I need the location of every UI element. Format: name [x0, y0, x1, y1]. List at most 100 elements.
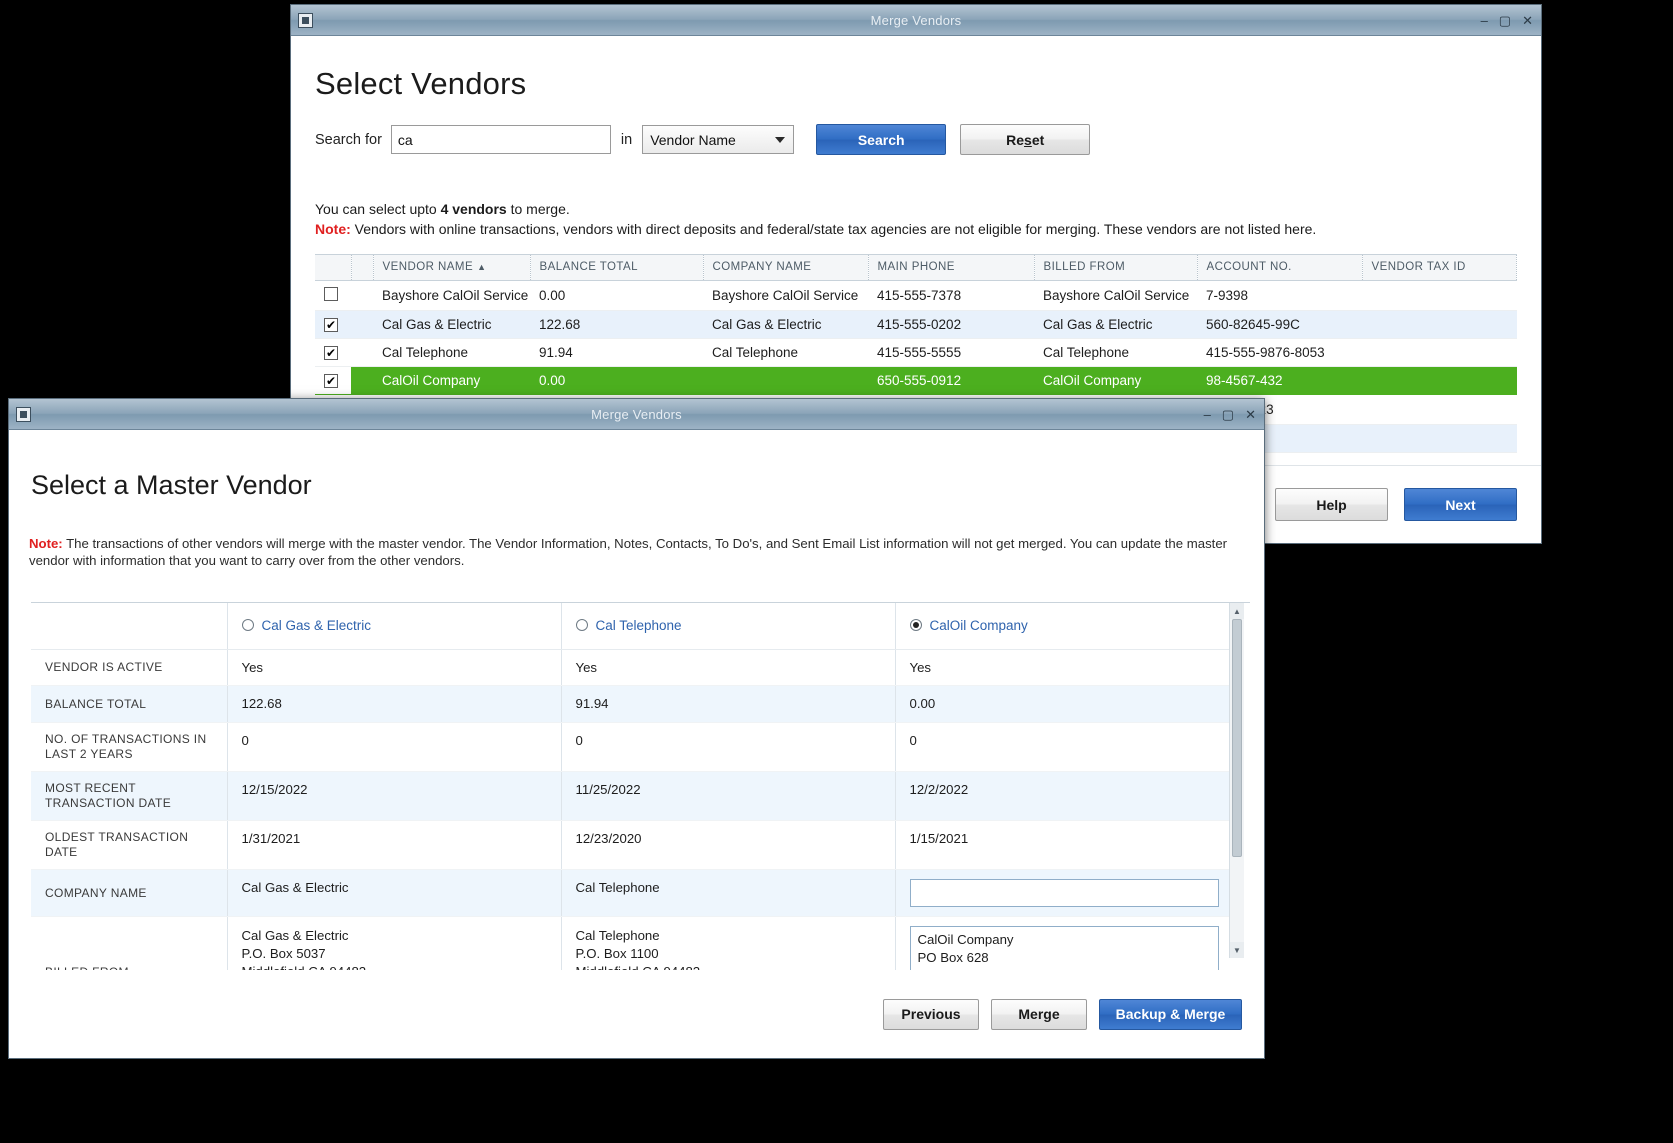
master-vendor-titlebar[interactable]: Merge Vendors – ▢ ✕ — [9, 399, 1264, 430]
row-checkbox[interactable]: ✔ — [324, 374, 338, 389]
scroll-down-icon[interactable]: ▼ — [1230, 942, 1244, 958]
master-radio-col-2[interactable]: CalOil Company — [894, 603, 1229, 650]
sort-ascending-icon: ▲ — [477, 262, 487, 273]
limit-post: to merge. — [506, 201, 570, 217]
header-account-no[interactable]: ACCOUNT NO. — [1197, 254, 1363, 282]
row-checkbox[interactable] — [324, 287, 338, 302]
comparison-row: MOST RECENT TRANSACTION DATE 12/15/2022 11… — [31, 771, 1229, 822]
select-vendors-window-controls: – ▢ ✕ — [1481, 14, 1533, 27]
table-row[interactable]: ✔ Cal Telephone 91.94 Cal Telephone 415-555-… — [315, 338, 1517, 368]
cell-account-no: 415-555-9876-8053 — [1197, 338, 1362, 368]
minimize-icon-2[interactable]: – — [1204, 408, 1211, 421]
search-input[interactable] — [390, 125, 611, 154]
header-vendor-tax-id[interactable]: VENDOR TAX ID — [1362, 254, 1517, 282]
merge-button[interactable]: Merge — [991, 998, 1087, 1030]
radio-cal-gas-electric[interactable] — [241, 619, 254, 631]
comparison-row-label: BALANCE TOTAL — [31, 685, 227, 724]
table-row[interactable]: Bayshore CalOil Service 0.00 Bayshore CalO… — [315, 280, 1517, 312]
comparison-cell: 122.68 — [226, 685, 561, 724]
chevron-down-icon — [775, 136, 786, 143]
radio-cal-telephone[interactable] — [575, 619, 588, 631]
header-billed-from[interactable]: BILLED FROM — [1034, 254, 1198, 282]
cell-vendor-tax-id — [1362, 280, 1517, 312]
vendor-table-header-row: VENDOR NAME ▲ BALANCE TOTAL COMPANY NAME … — [315, 254, 1517, 282]
comparison-scrollbar[interactable]: ▲ ▼ — [1229, 603, 1244, 958]
search-for-label: Search for — [315, 131, 382, 148]
comparison-cell: Yes — [560, 649, 895, 687]
cell-balance-total: 0.00 — [530, 366, 703, 396]
backup-and-merge-button[interactable]: Backup & Merge — [1099, 998, 1242, 1030]
radio-caloil-company[interactable] — [909, 619, 922, 631]
header-main-phone[interactable]: MAIN PHONE — [868, 254, 1035, 282]
row-checkbox-cell[interactable] — [315, 280, 351, 312]
comparison-cell: 1/31/2021 — [226, 820, 561, 871]
master-radio-col-1[interactable]: Cal Telephone — [560, 603, 895, 650]
scrollbar-thumb[interactable] — [1232, 619, 1242, 857]
comparison-panel: Cal Gas & Electric Cal Telephone CalOil … — [31, 602, 1250, 1058]
select-vendors-titlebar[interactable]: Merge Vendors – ▢ ✕ — [291, 5, 1541, 36]
row-checkbox-cell[interactable]: ✔ — [315, 366, 351, 396]
cell-account-no: 7-9398 — [1197, 280, 1362, 312]
row-spacer-cell — [351, 310, 373, 340]
cell-billed-from: Bayshore CalOil Service — [1034, 280, 1197, 312]
comparison-cell: 1/15/2021 — [894, 820, 1229, 871]
vendor-col-label-2: CalOil Company — [929, 617, 1028, 633]
scroll-up-icon[interactable]: ▲ — [1230, 603, 1244, 619]
comparison-cell[interactable] — [894, 869, 1229, 917]
table-row[interactable]: ✔ CalOil Company 0.00 650-555-0912 CalOil Co… — [315, 366, 1517, 396]
comparison-row-label: NO. OF TRANSACTIONS IN LAST 2 YEARS — [31, 722, 227, 773]
master-vendor-window-controls: – ▢ ✕ — [1204, 408, 1256, 421]
comparison-row-label: MOST RECENT TRANSACTION DATE — [31, 771, 227, 822]
next-button[interactable]: Next — [1404, 488, 1517, 521]
comparison-cell: Cal Telephone — [560, 869, 895, 917]
close-icon[interactable]: ✕ — [1522, 14, 1533, 27]
row-checkbox[interactable]: ✔ — [324, 346, 338, 361]
header-balance-total[interactable]: BALANCE TOTAL — [530, 254, 704, 282]
cell-account-no: 560-82645-99C — [1197, 310, 1362, 340]
search-button[interactable]: Search — [816, 124, 947, 155]
comparison-header-row: Cal Gas & Electric Cal Telephone CalOil … — [31, 603, 1229, 650]
reset-label-pre: Re — [1006, 131, 1025, 148]
row-checkbox[interactable]: ✔ — [324, 318, 338, 333]
comparison-row: COMPANY NAME Cal Gas & Electric Cal Teleph… — [31, 869, 1229, 917]
cell-vendor-name: Bayshore CalOil Service — [373, 280, 530, 312]
comparison-cell: 0 — [894, 722, 1229, 773]
header-company-name[interactable]: COMPANY NAME — [703, 254, 869, 282]
note-text-2: The transactions of other vendors will m… — [29, 536, 1228, 569]
row-checkbox-cell[interactable]: ✔ — [315, 310, 351, 340]
cell-main-phone: 415-555-0202 — [868, 310, 1034, 340]
minimize-icon[interactable]: – — [1481, 14, 1488, 27]
header-vendor-name-label: VENDOR NAME — [382, 261, 474, 274]
cell-vendor-tax-id — [1362, 394, 1517, 426]
cell-vendor-tax-id — [1362, 366, 1517, 396]
note-text: Vendors with online transactions, vendor… — [350, 221, 1317, 238]
master-vendor-note: Note: The transactions of other vendors … — [9, 501, 1264, 569]
search-field-dropdown[interactable]: Vendor Name — [642, 125, 795, 154]
close-icon-2[interactable]: ✕ — [1245, 408, 1256, 421]
comparison-cell: 0 — [226, 722, 561, 773]
note-label: Note: — [315, 221, 351, 238]
vendor-col-label-0: Cal Gas & Electric — [261, 617, 372, 633]
maximize-icon[interactable]: ▢ — [1499, 14, 1511, 27]
cell-account-no: 98-4567-432 — [1197, 366, 1362, 396]
reset-button[interactable]: Re s et — [960, 124, 1091, 155]
previous-button[interactable]: Previous — [883, 998, 979, 1030]
header-vendor-name[interactable]: VENDOR NAME ▲ — [373, 254, 531, 282]
editable-field[interactable] — [909, 879, 1219, 907]
master-vendor-heading: Select a Master Vendor — [31, 470, 312, 500]
cell-main-phone: 415-555-5555 — [868, 338, 1034, 368]
search-in-label: in — [620, 131, 633, 148]
row-checkbox-cell[interactable]: ✔ — [315, 338, 351, 368]
maximize-icon-2[interactable]: ▢ — [1222, 408, 1234, 421]
cell-billed-from: CalOil Company — [1034, 366, 1197, 396]
comparison-cell: Yes — [226, 649, 561, 687]
page-title: Select Vendors — [315, 66, 527, 101]
row-spacer-cell — [351, 280, 373, 312]
table-row[interactable]: ✔ Cal Gas & Electric 122.68 Cal Gas & Elect… — [315, 310, 1517, 340]
master-vendor-title: Merge Vendors — [591, 406, 682, 422]
cell-billed-from: Cal Telephone — [1034, 338, 1197, 368]
help-button[interactable]: Help — [1275, 488, 1388, 521]
cell-balance-total: 91.94 — [530, 338, 703, 368]
master-vendor-footer: Previous Merge Backup & Merge — [9, 970, 1264, 1058]
master-radio-col-0[interactable]: Cal Gas & Electric — [226, 603, 561, 650]
